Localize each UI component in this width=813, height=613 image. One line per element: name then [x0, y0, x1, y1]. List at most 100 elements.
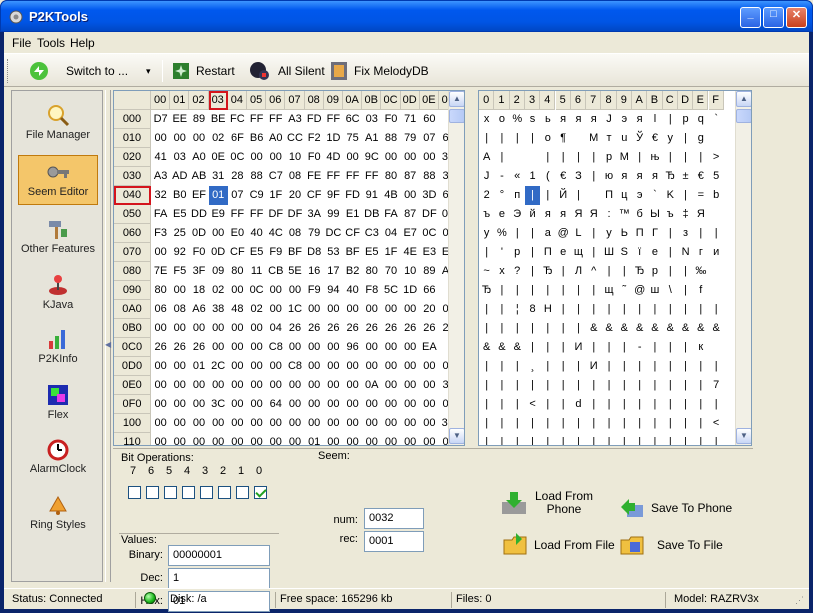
- hex-byte-cell[interactable]: 0C: [247, 281, 266, 300]
- char-cell[interactable]: у: [479, 224, 494, 243]
- hex-row-address[interactable]: 010: [114, 129, 151, 148]
- hex-byte-cell[interactable]: CB: [266, 262, 285, 281]
- hex-byte-cell[interactable]: 3A: [305, 205, 324, 224]
- char-cell[interactable]: [709, 205, 724, 224]
- char-cell[interactable]: 8: [525, 300, 540, 319]
- hex-byte-cell[interactable]: 1C: [285, 300, 304, 319]
- hex-byte-cell[interactable]: 00: [381, 395, 400, 414]
- hex-byte-cell[interactable]: 08: [285, 167, 304, 186]
- hex-byte-cell[interactable]: 00: [189, 433, 208, 445]
- hex-byte-cell[interactable]: F8: [362, 281, 381, 300]
- hex-byte-cell[interactable]: 00: [266, 357, 285, 376]
- char-cell[interactable]: €: [693, 167, 708, 186]
- char-cell[interactable]: p: [601, 148, 616, 167]
- char-cell[interactable]: &: [510, 338, 525, 357]
- hex-byte-cell[interactable]: C9: [247, 186, 266, 205]
- char-column-header[interactable]: F: [708, 91, 724, 110]
- hex-byte-cell[interactable]: 00: [343, 148, 362, 167]
- char-cell[interactable]: |: [678, 281, 693, 300]
- char-cell[interactable]: |: [494, 129, 509, 148]
- char-cell[interactable]: Г: [647, 224, 662, 243]
- hex-byte-cell[interactable]: 00: [247, 395, 266, 414]
- char-cell[interactable]: |: [617, 338, 632, 357]
- char-cell[interactable]: |: [510, 357, 525, 376]
- hex-byte-cell[interactable]: 79: [401, 129, 420, 148]
- char-cell[interactable]: &: [632, 319, 647, 338]
- char-cell[interactable]: |: [601, 433, 616, 445]
- hex-byte-cell[interactable]: 00: [362, 338, 381, 357]
- hex-byte-cell[interactable]: E7: [401, 224, 420, 243]
- load-from-phone-button[interactable]: Load From Phone: [500, 490, 594, 516]
- char-cell[interactable]: |: [678, 338, 693, 357]
- hex-byte-cell[interactable]: 00: [362, 357, 381, 376]
- bit-checkbox[interactable]: [146, 486, 159, 499]
- restart-button[interactable]: Restart: [172, 60, 235, 82]
- hex-byte-cell[interactable]: 00: [401, 186, 420, 205]
- switch-to-dropdown[interactable]: Switch to ... ▾: [28, 60, 151, 82]
- hex-byte-cell[interactable]: DD: [189, 205, 208, 224]
- hex-byte-cell[interactable]: C7: [266, 167, 285, 186]
- hex-byte-cell[interactable]: 07: [228, 186, 247, 205]
- char-column-header[interactable]: 0: [479, 91, 495, 110]
- save-to-file-button[interactable]: Save To File: [619, 532, 723, 558]
- hex-row-address[interactable]: 080: [114, 262, 151, 281]
- hex-byte-cell[interactable]: 75: [343, 129, 362, 148]
- char-cell[interactable]: |: [601, 395, 616, 414]
- hex-byte-cell[interactable]: 00: [228, 357, 247, 376]
- dec-field[interactable]: 1: [168, 568, 270, 589]
- hex-byte-cell[interactable]: DF: [420, 205, 439, 224]
- char-cell[interactable]: |: [617, 433, 632, 445]
- hex-row-address[interactable]: 070: [114, 243, 151, 262]
- char-cell[interactable]: 2: [479, 186, 494, 205]
- char-cell[interactable]: @: [632, 281, 647, 300]
- char-cell[interactable]: -: [494, 167, 509, 186]
- char-cell[interactable]: Я: [586, 205, 601, 224]
- char-cell[interactable]: &: [601, 319, 616, 338]
- hex-byte-cell[interactable]: 00: [401, 338, 420, 357]
- char-cell[interactable]: M: [617, 148, 632, 167]
- hex-byte-cell[interactable]: 00: [266, 148, 285, 167]
- char-cell[interactable]: J: [601, 110, 616, 129]
- char-cell[interactable]: ь: [540, 110, 555, 129]
- hex-byte-cell[interactable]: 00: [151, 129, 170, 148]
- char-cell[interactable]: 7: [709, 376, 724, 395]
- char-column-header[interactable]: 5: [555, 91, 571, 110]
- hex-column-header[interactable]: 0D: [400, 91, 420, 110]
- hex-byte-cell[interactable]: 00: [151, 357, 170, 376]
- char-cell[interactable]: |: [678, 300, 693, 319]
- hex-byte-cell[interactable]: 00: [228, 433, 247, 445]
- char-cell[interactable]: |: [586, 376, 601, 395]
- hex-byte-cell[interactable]: BE: [209, 110, 228, 129]
- char-cell[interactable]: |: [540, 433, 555, 445]
- char-cell[interactable]: |: [663, 338, 678, 357]
- char-cell[interactable]: |: [663, 357, 678, 376]
- toolbar-grip[interactable]: [7, 59, 10, 83]
- char-cell[interactable]: |: [556, 281, 571, 300]
- hex-byte-cell[interactable]: 20: [285, 186, 304, 205]
- hex-byte-cell[interactable]: 09: [209, 262, 228, 281]
- char-cell[interactable]: |: [479, 319, 494, 338]
- char-cell[interactable]: я: [647, 167, 662, 186]
- hex-byte-cell[interactable]: DC: [324, 224, 343, 243]
- char-cell[interactable]: е: [556, 243, 571, 262]
- char-cell[interactable]: Я: [571, 205, 586, 224]
- char-cell[interactable]: `: [709, 110, 724, 129]
- hex-byte-cell[interactable]: 01: [189, 357, 208, 376]
- hex-byte-cell[interactable]: AB: [189, 167, 208, 186]
- hex-byte-cell[interactable]: 00: [305, 300, 324, 319]
- char-cell[interactable]: |: [571, 376, 586, 395]
- char-cell[interactable]: |: [678, 433, 693, 445]
- hex-byte-cell[interactable]: 1F: [266, 186, 285, 205]
- char-grid[interactable]: 0 1 2 3 4 5 6 7 8 9 A B C D E Fx о% s ь я я я Jэ я l | p q ` | | | | o ¶ Mт…: [478, 90, 752, 446]
- hex-byte-cell[interactable]: 00: [401, 300, 420, 319]
- char-column-header[interactable]: 8: [601, 91, 617, 110]
- hex-column-header[interactable]: 08: [304, 91, 324, 110]
- hex-byte-cell[interactable]: CF: [228, 243, 247, 262]
- hex-byte-cell[interactable]: 40: [343, 281, 362, 300]
- hex-byte-cell[interactable]: 00: [285, 433, 304, 445]
- hex-byte-cell[interactable]: 00: [343, 357, 362, 376]
- char-cell[interactable]: |: [693, 433, 708, 445]
- char-cell[interactable]: |: [479, 414, 494, 433]
- char-cell[interactable]: [586, 186, 601, 205]
- char-cell[interactable]: |: [510, 224, 525, 243]
